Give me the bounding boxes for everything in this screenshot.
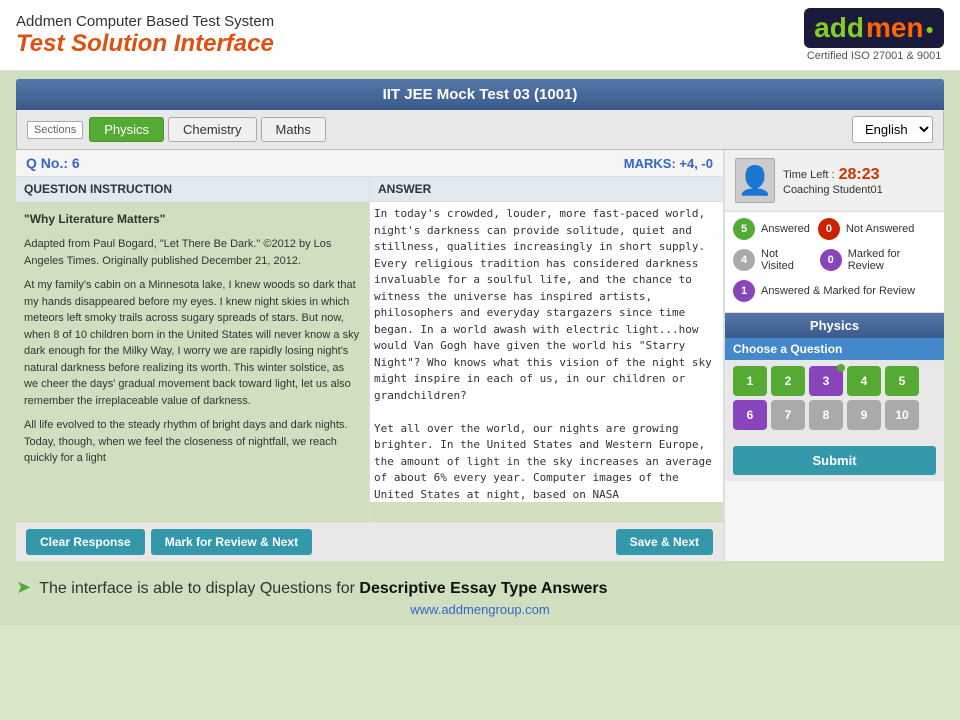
marks-value: +4, -0 — [679, 156, 713, 171]
subject-header: Physics — [725, 313, 944, 338]
a-col-header: ANSWER — [370, 177, 723, 202]
time-value: 28:23 — [839, 166, 880, 184]
logo-icon2: men — [866, 12, 924, 44]
q-btn-2[interactable]: 2 — [771, 366, 805, 396]
clear-response-button[interactable]: Clear Response — [26, 529, 145, 555]
not-answered-label: Not Answered — [846, 223, 914, 235]
time-left-label: Time Left : — [783, 169, 835, 181]
btn-group-left: Clear Response Mark for Review & Next — [26, 529, 312, 555]
submit-area: Submit — [725, 440, 944, 481]
qa-columns: QUESTION INSTRUCTION "Why Literature Mat… — [16, 177, 723, 522]
btn-group-right: Save & Next — [616, 529, 713, 555]
legend-answered: 5 Answered — [733, 218, 810, 240]
q-number: Q No.: 6 — [26, 155, 80, 171]
answer-textarea[interactable]: In today's crowded, louder, more fast-pa… — [370, 202, 723, 502]
q-text-3: All life evolved to the steady rhythm of… — [24, 417, 361, 467]
timer-area: 👤 Time Left : 28:23 Coaching Student01 — [725, 150, 944, 212]
answered-marked-label: Answered & Marked for Review — [761, 285, 915, 297]
q-btn-10[interactable]: 10 — [885, 400, 919, 430]
title-area: Addmen Computer Based Test System Test S… — [16, 13, 274, 58]
right-panel: 👤 Time Left : 28:23 Coaching Student01 5… — [724, 150, 944, 561]
q-btn-1[interactable]: 1 — [733, 366, 767, 396]
q-btn-8[interactable]: 8 — [809, 400, 843, 430]
q-btn-6[interactable]: 6 — [733, 400, 767, 430]
answered-badge: 5 — [733, 218, 755, 240]
app-title-small: Addmen Computer Based Test System — [16, 13, 274, 30]
legend-marked: 0 Marked for Review — [820, 248, 936, 272]
marked-label: Marked for Review — [848, 248, 936, 272]
section-tab-physics[interactable]: Physics — [89, 117, 164, 142]
q-col-header: QUESTION INSTRUCTION — [16, 177, 369, 202]
content-wrapper: Q No.: 6 MARKS: +4, -0 QUESTION INSTRUCT… — [16, 150, 944, 561]
sections-tabs: Physics Chemistry Maths — [89, 117, 326, 142]
avatar-icon: 👤 — [738, 164, 773, 197]
footer-area: ➤ The interface is able to display Quest… — [0, 569, 960, 625]
section-tab-chemistry[interactable]: Chemistry — [168, 117, 257, 142]
q-num-bar: Q No.: 6 MARKS: +4, -0 — [16, 150, 723, 177]
btn-bar: Clear Response Mark for Review & Next Sa… — [16, 522, 723, 561]
footer-prefix: The interface is able to display Questio… — [39, 580, 359, 597]
footer-text: ➤ The interface is able to display Quest… — [16, 577, 944, 598]
test-title-bar: IIT JEE Mock Test 03 (1001) — [16, 79, 944, 110]
not-visited-label: Not Visited — [761, 248, 812, 272]
q-btn-9[interactable]: 9 — [847, 400, 881, 430]
q-col-content: "Why Literature Matters" Adapted from Pa… — [16, 202, 369, 522]
save-next-button[interactable]: Save & Next — [616, 529, 713, 555]
q-btn-5[interactable]: 5 — [885, 366, 919, 396]
legend-row-2: 4 Not Visited 0 Marked for Review — [733, 248, 936, 276]
q-text-1: Adapted from Paul Bogard, "Let There Be … — [24, 236, 361, 269]
q-btn-3[interactable]: 3 — [809, 366, 843, 396]
marks-label: MARKS: — [624, 156, 680, 171]
arrow-icon: ➤ — [16, 577, 31, 597]
language-selector[interactable]: English — [852, 116, 933, 143]
timer-row: Time Left : 28:23 — [783, 166, 883, 184]
sections-bar: Sections Physics Chemistry Maths English — [16, 110, 944, 150]
legend-not-visited: 4 Not Visited — [733, 248, 812, 272]
avatar: 👤 — [735, 158, 775, 203]
sections-label: Sections — [27, 121, 83, 139]
student-name: Coaching Student01 — [783, 184, 883, 196]
footer-url: www.addmengroup.com — [16, 602, 944, 617]
left-panel: Q No.: 6 MARKS: +4, -0 QUESTION INSTRUCT… — [16, 150, 724, 561]
answered-label: Answered — [761, 223, 810, 235]
q-grid-row-2: 6 7 8 9 10 — [733, 400, 936, 430]
q-grid: 1 2 3 4 5 6 7 8 9 10 — [725, 360, 944, 440]
sections-left: Sections Physics Chemistry Maths — [27, 117, 326, 142]
legend-answered-marked: 1 Answered & Marked for Review — [733, 280, 936, 302]
timer-info: Time Left : 28:23 Coaching Student01 — [783, 166, 883, 196]
submit-button[interactable]: Submit — [733, 446, 936, 475]
answer-col: ANSWER In today's crowded, louder, more … — [370, 177, 723, 522]
q-grid-row-1: 1 2 3 4 5 — [733, 366, 936, 396]
answered-marked-badge: 1 — [733, 280, 755, 302]
a-col-content: In today's crowded, louder, more fast-pa… — [370, 202, 723, 522]
q-text-2: At my family's cabin on a Minnesota lake… — [24, 277, 361, 409]
language-dropdown[interactable]: English — [852, 116, 933, 143]
q-btn-7[interactable]: 7 — [771, 400, 805, 430]
legend-not-answered: 0 Not Answered — [818, 218, 914, 240]
logo-area: add men ● Certified ISO 27001 & 9001 — [804, 8, 944, 62]
logo-icon: add — [814, 12, 864, 44]
not-answered-badge: 0 — [818, 218, 840, 240]
app-title-big: Test Solution Interface — [16, 30, 274, 58]
certified-text: Certified ISO 27001 & 9001 — [804, 50, 944, 62]
top-header: Addmen Computer Based Test System Test S… — [0, 0, 960, 71]
marks-text: MARKS: +4, -0 — [624, 156, 713, 171]
legend-row-1: 5 Answered 0 Not Answered — [733, 218, 936, 244]
logo-dot: ● — [926, 21, 934, 37]
q-btn-4[interactable]: 4 — [847, 366, 881, 396]
q-title: "Why Literature Matters" — [24, 210, 361, 228]
choose-q-label: Choose a Question — [725, 338, 944, 360]
legend-area: 5 Answered 0 Not Answered 4 Not Visited … — [725, 212, 944, 313]
main-container: IIT JEE Mock Test 03 (1001) Sections Phy… — [0, 71, 960, 569]
marked-badge: 0 — [820, 249, 842, 271]
not-visited-badge: 4 — [733, 249, 755, 271]
question-col: QUESTION INSTRUCTION "Why Literature Mat… — [16, 177, 370, 522]
mark-review-button[interactable]: Mark for Review & Next — [151, 529, 312, 555]
footer-highlight: Descriptive Essay Type Answers — [359, 580, 607, 597]
section-tab-maths[interactable]: Maths — [261, 117, 326, 142]
